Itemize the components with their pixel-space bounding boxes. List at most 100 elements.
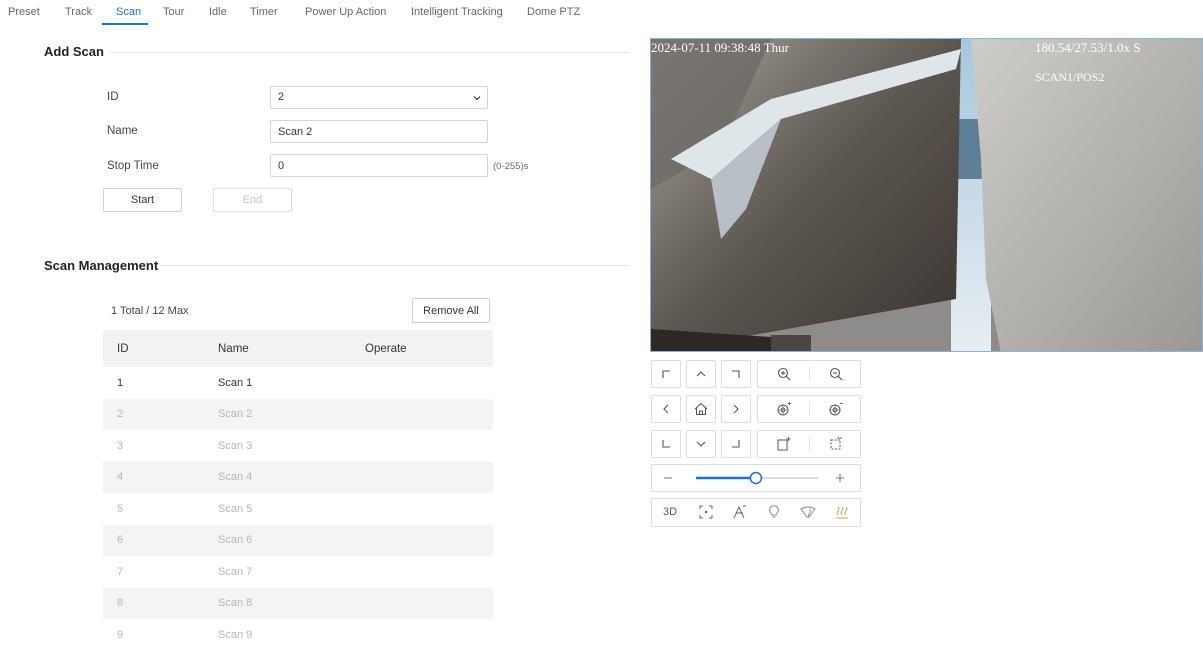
heater-button[interactable] — [828, 499, 856, 525]
id-label: ID — [107, 91, 119, 103]
iris-open-button[interactable] — [758, 431, 809, 457]
video-timestamp: 2024-07-11 09:38:48 Thur — [651, 40, 789, 55]
start-button[interactable]: Start — [103, 188, 182, 212]
table-row[interactable]: 7 Scan 7 — [103, 556, 493, 588]
table-row[interactable]: 5 Scan 5 — [103, 493, 493, 525]
active-tab-indicator — [102, 23, 148, 25]
camera-scene — [651, 39, 1202, 351]
iris-open-icon — [777, 437, 790, 451]
column-header-name: Name — [218, 342, 249, 355]
arrow-up-right-icon — [732, 370, 740, 378]
tab-tour[interactable]: Tour — [163, 6, 184, 18]
tab-intelligent-tracking[interactable]: Intelligent Tracking — [411, 6, 503, 18]
zoom-in-button[interactable] — [758, 361, 809, 387]
plus-icon — [836, 474, 844, 482]
focus-control-group — [757, 395, 861, 423]
live-video-view[interactable]: 2024-07-11 09:38:48 Thur 180.54/27.53/1.… — [650, 38, 1203, 352]
speed-slider-group — [651, 464, 861, 492]
zoom-in-icon — [777, 367, 790, 381]
iris-control-group — [757, 430, 861, 458]
table-row[interactable]: 4 Scan 4 — [103, 461, 493, 493]
row-name: Scan 3 — [218, 439, 253, 452]
row-id: 7 — [117, 565, 124, 578]
lens-init-button[interactable] — [726, 499, 754, 525]
id-select[interactable]: 2 — [270, 86, 488, 109]
chevron-right-icon — [733, 404, 739, 414]
arrow-down-right-icon — [732, 440, 740, 448]
ptz-function-bar: 3D — [651, 498, 861, 527]
end-button[interactable]: End — [213, 188, 292, 212]
stop-time-range-hint: (0-255)s — [493, 161, 529, 172]
tab-scan[interactable]: Scan — [116, 6, 141, 18]
column-header-operate: Operate — [365, 342, 407, 355]
pan-down-right-button[interactable] — [721, 430, 751, 458]
table-row[interactable]: 6 Scan 6 — [103, 524, 493, 556]
scan-count: 1 Total / 12 Max — [111, 305, 189, 317]
tab-idle[interactable]: Idle — [209, 6, 227, 18]
tab-power-up-action[interactable]: Power Up Action — [305, 6, 386, 18]
row-id: 9 — [117, 628, 124, 641]
row-id: 3 — [117, 439, 124, 452]
row-id: 8 — [117, 597, 124, 610]
remove-all-button[interactable]: Remove All — [412, 298, 490, 323]
row-name: Scan 9 — [218, 628, 253, 641]
pan-left-button[interactable] — [651, 395, 681, 423]
row-name: Scan 7 — [218, 565, 253, 578]
table-row[interactable]: 3 Scan 3 — [103, 430, 493, 462]
table-row[interactable]: 1 Scan 1 — [103, 367, 493, 399]
row-id: 4 — [117, 471, 124, 484]
tab-timer[interactable]: Timer — [250, 6, 278, 18]
zoom-out-icon — [829, 367, 842, 381]
pan-right-button[interactable] — [721, 395, 751, 423]
pan-up-right-button[interactable] — [721, 360, 751, 388]
name-field[interactable] — [270, 120, 488, 143]
slider-thumb[interactable] — [749, 471, 763, 485]
wiper-button[interactable] — [794, 499, 822, 525]
heater-icon — [836, 506, 848, 519]
focus-far-button[interactable] — [810, 396, 861, 422]
3d-positioning-button[interactable]: 3D — [656, 499, 684, 525]
lens-reset-icon — [733, 505, 746, 519]
stop-time-field[interactable] — [270, 154, 488, 177]
table-row[interactable]: 9 Scan 9 — [103, 619, 493, 651]
home-button[interactable] — [686, 395, 716, 423]
tilt-down-button[interactable] — [686, 430, 716, 458]
row-id: 2 — [117, 408, 124, 421]
table-row[interactable]: 2 Scan 2 — [103, 398, 493, 430]
focus-minus-icon — [829, 403, 843, 416]
wiper-icon — [800, 506, 816, 518]
row-name: Scan 2 — [218, 408, 253, 421]
table-row[interactable]: 8 Scan 8 — [103, 587, 493, 619]
iris-close-button[interactable] — [810, 431, 861, 457]
tab-preset[interactable]: Preset — [8, 6, 40, 18]
table-header: ID Name Operate — [103, 330, 493, 367]
tab-track[interactable]: Track — [65, 6, 92, 18]
tilt-up-button[interactable] — [686, 360, 716, 388]
focus-near-button[interactable] — [758, 396, 809, 422]
pan-down-left-button[interactable] — [651, 430, 681, 458]
row-id: 5 — [117, 502, 124, 515]
speed-decrease-button[interactable] — [656, 465, 680, 491]
row-name: Scan 8 — [218, 597, 253, 610]
ptz-position-readout: 180.54/27.53/1.0x S — [1035, 40, 1141, 55]
stop-time-label: Stop Time — [107, 160, 159, 172]
scan-status-overlay: SCAN1/POS2 — [1035, 70, 1105, 84]
iris-close-icon — [830, 437, 842, 450]
chevron-up-icon — [696, 371, 706, 377]
zoom-control-group — [757, 360, 861, 388]
section-divider — [160, 265, 630, 266]
pan-up-left-button[interactable] — [651, 360, 681, 388]
light-bulb-icon — [769, 505, 779, 518]
speed-increase-button[interactable] — [828, 465, 852, 491]
row-name: Scan 1 — [218, 376, 253, 389]
row-id: 1 — [117, 376, 124, 389]
row-name: Scan 5 — [218, 502, 253, 515]
section-divider — [110, 52, 630, 53]
auto-focus-button[interactable] — [692, 499, 720, 525]
row-name: Scan 4 — [218, 471, 253, 484]
light-button[interactable] — [760, 499, 788, 525]
arrow-up-left-icon — [662, 370, 670, 378]
speed-slider[interactable] — [696, 471, 818, 485]
zoom-out-button[interactable] — [810, 361, 861, 387]
tab-dome-ptz[interactable]: Dome PTZ — [527, 6, 580, 18]
